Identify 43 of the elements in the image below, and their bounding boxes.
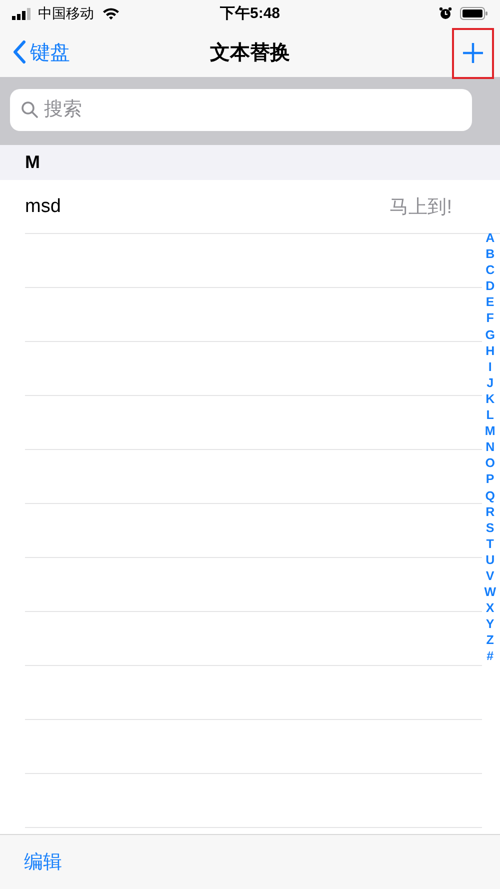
phrase-text: 马上到! — [390, 196, 452, 220]
index-letter[interactable]: J — [486, 374, 494, 391]
index-letter[interactable]: Q — [485, 488, 495, 504]
index-letter[interactable]: W — [484, 584, 496, 600]
index-letter[interactable]: B — [486, 246, 495, 262]
page-title: 文本替换 — [210, 40, 290, 66]
chevron-left-icon — [12, 40, 26, 64]
index-letter[interactable]: D — [486, 278, 495, 294]
section-letter: M — [25, 152, 40, 173]
plus-icon — [462, 42, 484, 64]
carrier-name: 中国移动 — [38, 4, 94, 22]
index-letter[interactable]: # — [486, 648, 494, 665]
index-letter[interactable]: L — [486, 407, 494, 424]
index-letter[interactable]: I — [488, 358, 492, 375]
edit-button[interactable]: 编辑 — [24, 849, 62, 875]
index-letter[interactable]: T — [486, 536, 494, 552]
index-letter[interactable]: C — [486, 262, 495, 278]
index-letter[interactable]: X — [486, 600, 494, 616]
index-letter[interactable]: M — [484, 423, 496, 440]
shortcut-text: msd — [25, 196, 61, 218]
index-letter[interactable]: R — [486, 504, 495, 520]
index-letter[interactable]: G — [485, 326, 495, 343]
index-letter[interactable]: Z — [486, 632, 494, 648]
add-button[interactable] — [452, 28, 494, 78]
wifi-icon — [102, 7, 120, 20]
index-letter[interactable]: Y — [486, 616, 494, 632]
index-letter[interactable]: F — [486, 310, 494, 327]
index-letter[interactable]: O — [485, 455, 495, 472]
battery-icon — [460, 7, 488, 20]
back-button[interactable]: 键盘 — [8, 38, 74, 66]
index-letter[interactable]: V — [486, 568, 494, 584]
index-letter[interactable]: N — [486, 439, 495, 456]
index-letter[interactable]: S — [486, 520, 494, 536]
index-letter[interactable]: E — [486, 294, 494, 310]
index-letter[interactable]: K — [486, 390, 495, 408]
index-letter[interactable]: P — [486, 471, 494, 488]
status-time: 下午5:48 — [220, 4, 280, 23]
index-letter[interactable]: U — [486, 552, 495, 568]
alarm-icon — [439, 7, 452, 20]
search-field[interactable]: 搜索 — [10, 89, 472, 131]
replacement-row[interactable]: msd 马上到! — [25, 180, 500, 234]
search-icon — [21, 101, 38, 118]
index-letter[interactable]: H — [486, 342, 495, 359]
